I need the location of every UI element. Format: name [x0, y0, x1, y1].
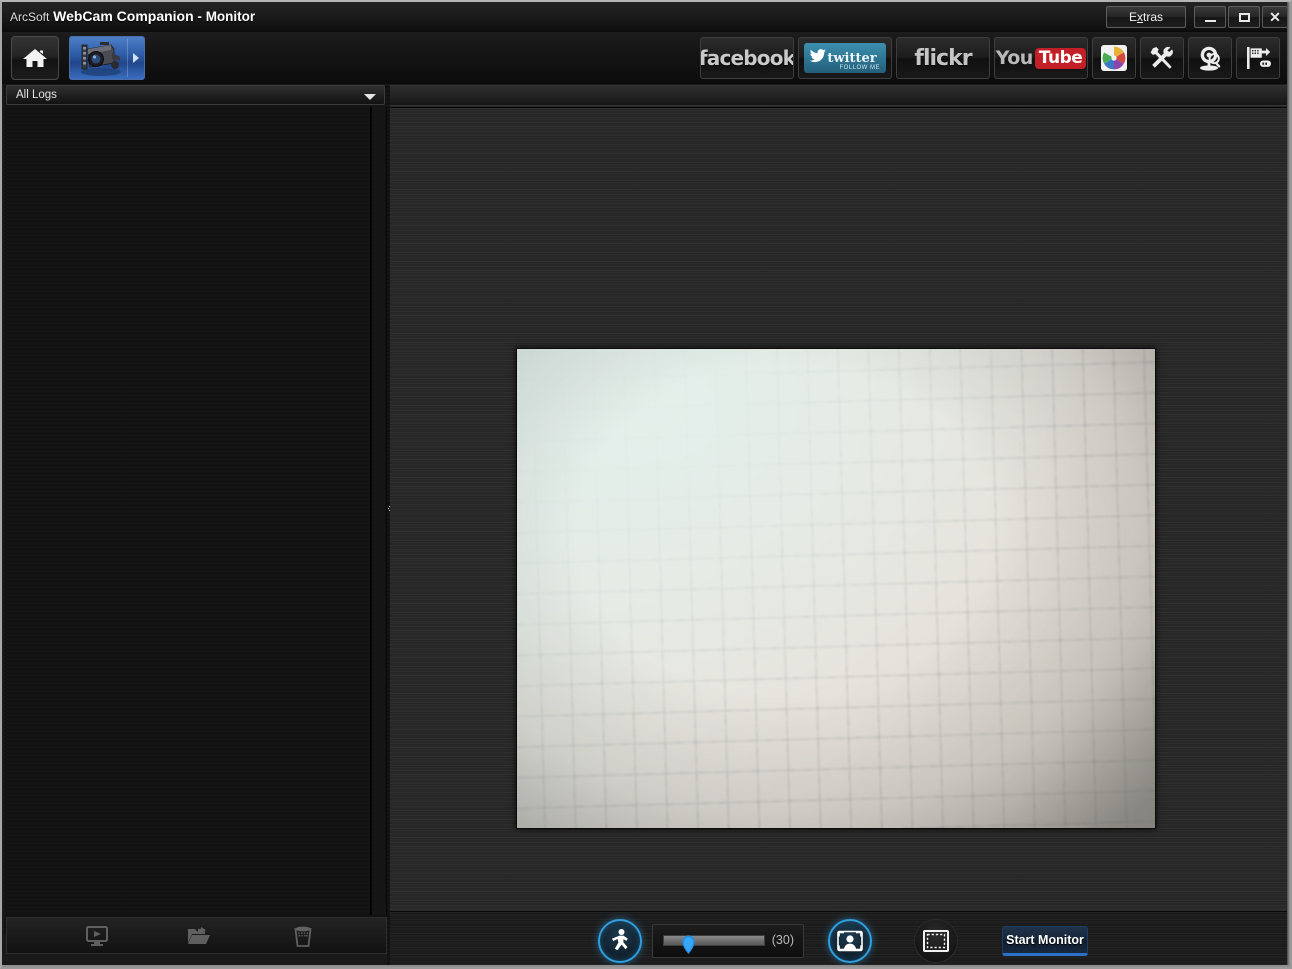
- chevron-down-icon: [364, 94, 376, 100]
- picasa-pinwheel-icon: [1101, 45, 1127, 71]
- flickr-button[interactable]: flickr: [896, 37, 990, 79]
- maximize-button[interactable]: [1228, 6, 1260, 28]
- sensitivity-value: (30): [771, 932, 794, 947]
- window-bottom-border: [2, 965, 1290, 967]
- sensitivity-slider[interactable]: (30): [652, 923, 804, 958]
- application-window: ArcSoft WebCam Companion - Monitor Extra…: [0, 0, 1292, 969]
- monitor-control-bar: (30) Start Monitor: [390, 911, 1288, 967]
- facebook-icon: facebook: [700, 46, 794, 70]
- start-monitor-label: Start Monitor: [1006, 932, 1084, 947]
- log-sidebar: All Logs: [4, 85, 387, 954]
- camera-preview[interactable]: [516, 348, 1156, 829]
- module-separator: -: [197, 9, 202, 24]
- twitter-icon: twitter FOLLOW ME: [804, 43, 886, 73]
- app-name: WebCam Companion: [53, 8, 194, 24]
- sensitivity-slider-track[interactable]: [663, 934, 765, 946]
- maximize-icon: [1238, 12, 1250, 22]
- sensitivity-slider-thumb[interactable]: [682, 934, 695, 954]
- twitter-sublabel: FOLLOW ME: [839, 65, 880, 71]
- open-folder-icon: [188, 926, 210, 944]
- main-panel-header: [390, 85, 1288, 106]
- brand-name: ArcSoft: [10, 10, 50, 24]
- extras-button[interactable]: Extras: [1106, 6, 1186, 28]
- close-button[interactable]: ✕: [1262, 6, 1288, 28]
- facebook-button[interactable]: facebook: [700, 37, 794, 79]
- device-export-icon: [1247, 47, 1271, 69]
- open-folder-button[interactable]: [177, 921, 221, 951]
- region-select-toggle[interactable]: [914, 918, 958, 963]
- face-detect-icon: [837, 930, 863, 951]
- minimize-icon: [1204, 19, 1216, 22]
- preview-vignette: [517, 349, 1155, 828]
- minimize-button[interactable]: [1194, 6, 1226, 28]
- twitter-bird-icon: [809, 49, 826, 63]
- preview-area: [390, 107, 1288, 910]
- log-list[interactable]: [6, 107, 371, 915]
- log-list-scrollbar[interactable]: [371, 107, 387, 915]
- log-filter-dropdown[interactable]: All Logs: [6, 85, 385, 105]
- title-bar: ArcSoft WebCam Companion - Monitor Extra…: [2, 2, 1290, 32]
- log-filter-label: All Logs: [16, 89, 57, 101]
- twitter-button[interactable]: twitter FOLLOW ME: [798, 37, 892, 79]
- trash-icon: [294, 926, 312, 947]
- picasa-button[interactable]: [1092, 37, 1136, 79]
- export-device-button[interactable]: [1236, 37, 1280, 79]
- webcam-magnifier-icon: [1200, 46, 1221, 71]
- wrench-screwdriver-icon: [1150, 46, 1173, 69]
- extras-label: Extras: [1128, 10, 1164, 24]
- running-person-icon: [612, 928, 628, 950]
- tools-button[interactable]: [1140, 37, 1184, 79]
- youtube-tube-label: Tube: [1034, 47, 1087, 69]
- delete-button[interactable]: [281, 921, 325, 951]
- twitter-label: twitter: [827, 50, 877, 66]
- camera-icon: [81, 42, 121, 76]
- window-title: ArcSoft WebCam Companion - Monitor: [10, 8, 255, 24]
- region-marquee-icon: [923, 929, 949, 952]
- chevron-right-icon: [133, 53, 139, 63]
- main-panel: (30) Start Monitor: [390, 85, 1290, 967]
- camera-settings-button[interactable]: [1188, 37, 1232, 79]
- tab-capture[interactable]: [69, 36, 145, 80]
- start-monitor-button[interactable]: Start Monitor: [1002, 925, 1088, 956]
- home-icon: [23, 49, 47, 67]
- play-monitor-icon: [86, 925, 108, 946]
- main-toolbar: facebook twitter FOLLOW ME flickr You Tu…: [2, 32, 1290, 84]
- flickr-icon: flickr: [914, 45, 972, 71]
- youtube-you-label: You: [995, 47, 1034, 69]
- youtube-button[interactable]: You Tube: [994, 37, 1088, 79]
- face-detection-toggle[interactable]: [828, 918, 872, 963]
- module-name: Monitor: [205, 9, 256, 24]
- social-button-group: facebook twitter FOLLOW ME flickr You Tu…: [700, 37, 1280, 79]
- close-icon: ✕: [1269, 9, 1281, 25]
- sidebar-footer-toolbar: [6, 917, 387, 954]
- play-monitor-button[interactable]: [75, 921, 119, 951]
- motion-detection-toggle[interactable]: [598, 918, 642, 963]
- slider-thumb-icon: [682, 935, 695, 954]
- window-right-border: [1287, 2, 1290, 967]
- youtube-icon: You Tube: [996, 47, 1087, 69]
- home-button[interactable]: [11, 36, 59, 80]
